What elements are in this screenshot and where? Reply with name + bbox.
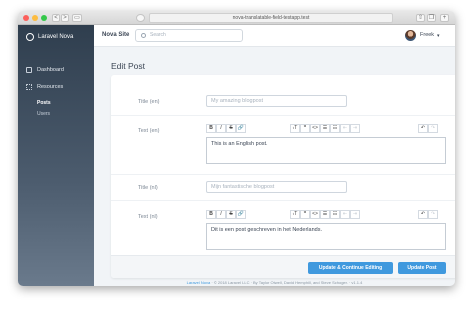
chevron-down-icon[interactable]: ▾	[437, 33, 440, 39]
code-icon[interactable]: <>	[310, 210, 320, 219]
italic-icon[interactable]: I	[216, 124, 226, 133]
sidebar-item-posts[interactable]: Posts	[37, 100, 51, 106]
close-window-icon[interactable]	[23, 15, 29, 21]
logo-text: Laravel Nova	[38, 34, 74, 40]
outdent-icon[interactable]: ⇤	[340, 210, 350, 219]
sidebar-item-label: Dashboard	[37, 67, 64, 73]
bold-icon[interactable]: B	[206, 124, 216, 133]
sidebar-toggle-icon[interactable]: ▭	[72, 14, 82, 22]
sidebar-item-dashboard[interactable]: Dashboard	[26, 67, 64, 73]
title-nl-input[interactable]: Mijn fantastische blogpost	[206, 181, 347, 193]
strike-icon[interactable]: S	[226, 210, 236, 219]
privacy-icon[interactable]	[136, 14, 145, 22]
text-en-editor[interactable]: This is an English post.	[206, 137, 446, 164]
bold-icon[interactable]: B	[206, 210, 216, 219]
redo-icon[interactable]: ↷	[428, 124, 438, 133]
field-label-text-nl: Text (nl)	[138, 214, 158, 220]
link-icon[interactable]: 🔗	[236, 210, 246, 219]
undo-icon[interactable]: ↶	[418, 124, 428, 133]
forward-icon[interactable]: >	[61, 14, 69, 22]
outdent-icon[interactable]: ⇤	[340, 124, 350, 133]
divider	[111, 200, 455, 201]
strike-icon[interactable]: S	[226, 124, 236, 133]
heading-icon[interactable]: ₜT	[290, 124, 300, 133]
number-list-icon[interactable]: ☷	[330, 124, 340, 133]
update-post-button[interactable]: Update Post	[398, 262, 446, 274]
footer-nova-link[interactable]: Laravel Nova	[187, 280, 211, 285]
quote-icon[interactable]: ❞	[300, 210, 310, 219]
share-icon[interactable]: ⇧	[416, 14, 425, 22]
tabs-icon[interactable]: ❐	[427, 14, 436, 22]
text-nl-toolbar: B I S 🔗 ₜT ❞ <> ☰ ☷ ⇤ ⇥ ↶ ↷	[206, 210, 446, 220]
nova-logo-icon	[26, 33, 34, 41]
field-label-title-nl: Title (nl)	[138, 185, 158, 191]
field-label-text-en: Text (en)	[138, 128, 160, 134]
bullet-list-icon[interactable]: ☰	[320, 210, 330, 219]
site-name[interactable]: Nova Site	[102, 32, 129, 38]
search-placeholder: Search	[150, 32, 166, 38]
browser-titlebar: < > ▭ nova-translatable-field-testapp.te…	[18, 11, 455, 25]
footer-legal: Laravel Nova · © 2018 Laravel LLC · By T…	[94, 280, 455, 285]
sidebar-item-label: Resources	[37, 84, 64, 90]
edit-form-card: Title (en) My amazing blogpost Text (en)…	[111, 75, 455, 278]
sidebar: Laravel Nova Dashboard Resources Posts U…	[18, 25, 94, 286]
indent-icon[interactable]: ⇥	[350, 210, 360, 219]
bullet-list-icon[interactable]: ☰	[320, 124, 330, 133]
indent-icon[interactable]: ⇥	[350, 124, 360, 133]
code-icon[interactable]: <>	[310, 124, 320, 133]
browser-window: < > ▭ nova-translatable-field-testapp.te…	[18, 11, 455, 286]
quote-icon[interactable]: ❞	[300, 124, 310, 133]
field-label-title-en: Title (en)	[138, 99, 160, 105]
sidebar-item-users[interactable]: Users	[37, 111, 50, 117]
resources-icon	[26, 84, 32, 90]
update-continue-button[interactable]: Update & Continue Editing	[308, 262, 393, 274]
avatar[interactable]	[405, 30, 416, 41]
divider	[111, 115, 455, 116]
number-list-icon[interactable]: ☷	[330, 210, 340, 219]
footer-text: · © 2018 Laravel LLC · By Taylor Otwell,…	[211, 280, 363, 285]
new-tab-icon[interactable]: +	[440, 14, 449, 22]
back-icon[interactable]: <	[52, 14, 60, 22]
italic-icon[interactable]: I	[216, 210, 226, 219]
page-title: Edit Post	[111, 61, 146, 71]
undo-icon[interactable]: ↶	[418, 210, 428, 219]
redo-icon[interactable]: ↷	[428, 210, 438, 219]
minimize-window-icon[interactable]	[32, 15, 38, 21]
link-icon[interactable]: 🔗	[236, 124, 246, 133]
nova-logo[interactable]: Laravel Nova	[26, 33, 73, 41]
heading-icon[interactable]: ₜT	[290, 210, 300, 219]
text-en-toolbar: B I S 🔗 ₜT ❞ <> ☰ ☷ ⇤ ⇥ ↶ ↷	[206, 124, 446, 134]
text-nl-editor[interactable]: Dit is een post geschreven in het Nederl…	[206, 223, 446, 250]
form-actions: Update & Continue Editing Update Post	[111, 255, 455, 278]
divider	[111, 174, 455, 175]
search-input[interactable]: Search	[135, 29, 243, 42]
top-bar: Nova Site Search Freek ▾	[94, 25, 455, 47]
dashboard-icon	[26, 67, 32, 73]
search-icon	[141, 33, 146, 38]
url-bar[interactable]: nova-translatable-field-testapp.test	[149, 13, 393, 23]
user-name[interactable]: Freek	[420, 32, 434, 38]
title-en-input[interactable]: My amazing blogpost	[206, 95, 347, 107]
sidebar-item-resources[interactable]: Resources	[26, 84, 63, 90]
maximize-window-icon[interactable]	[41, 15, 47, 21]
